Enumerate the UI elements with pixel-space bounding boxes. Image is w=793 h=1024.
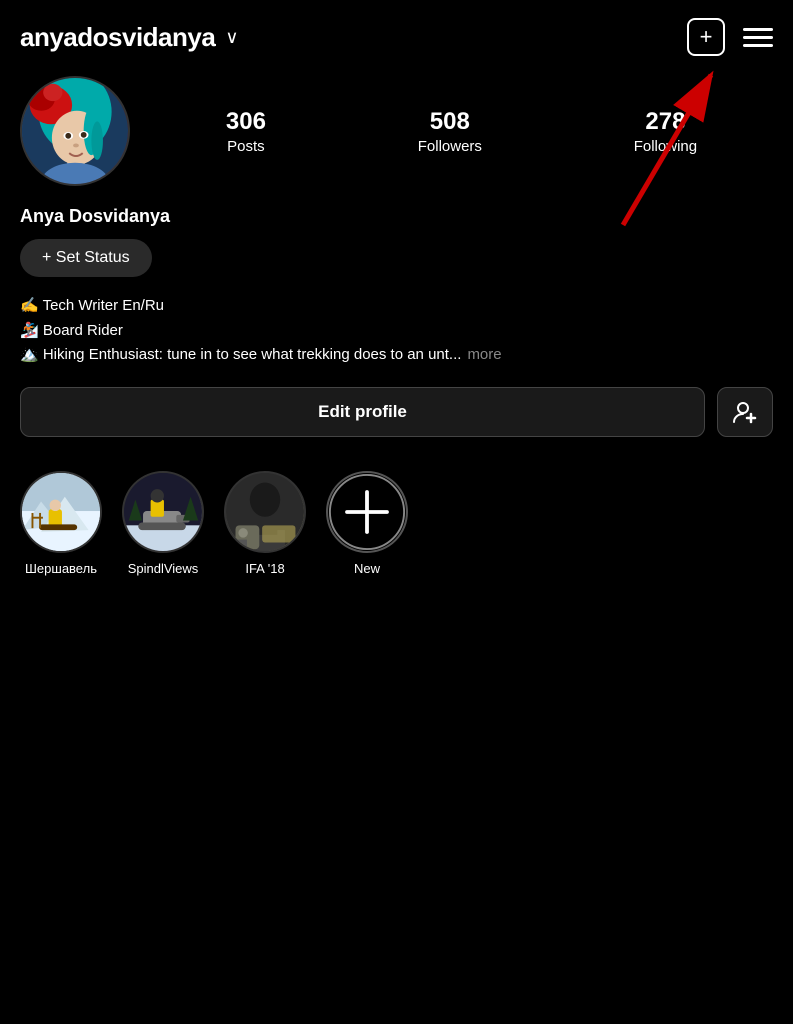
header-left: anyadosvidanya ∨: [20, 22, 239, 53]
new-post-icon[interactable]: +: [687, 18, 725, 56]
highlight-ifa[interactable]: IFA '18: [224, 471, 306, 576]
followers-label: Followers: [418, 138, 482, 155]
profile-top: 306 Posts 508 Followers 278 Following: [20, 76, 773, 186]
stats-row: 306 Posts 508 Followers 278 Following: [150, 108, 773, 155]
followers-stat[interactable]: 508 Followers: [418, 108, 482, 155]
bio-section: ✍️ Tech Writer En/Ru 🏂 Board Rider 🏔️ Hi…: [20, 295, 773, 367]
highlight-new[interactable]: New: [326, 471, 408, 576]
following-stat[interactable]: 278 Following: [634, 108, 697, 155]
bio-more-link[interactable]: more: [467, 344, 501, 367]
highlights-section: Шершавель: [0, 461, 793, 596]
header-icons: +: [687, 18, 773, 56]
highlight-spindl[interactable]: SpindlViews: [122, 471, 204, 576]
edit-profile-button[interactable]: Edit profile: [20, 387, 705, 437]
posts-count: 306: [226, 108, 266, 136]
posts-label: Posts: [227, 138, 265, 155]
followers-count: 508: [430, 108, 470, 136]
highlight-label-spindl: SpindlViews: [128, 561, 199, 576]
bio-line-3: 🏔️ Hiking Enthusiast: tune in to see wha…: [20, 344, 773, 367]
profile-section: 306 Posts 508 Followers 278 Following An…: [0, 66, 793, 437]
bio-line-1: ✍️ Tech Writer En/Ru: [20, 295, 773, 318]
highlight-label-ifa: IFA '18: [245, 561, 284, 576]
display-name: Anya Dosvidanya: [20, 206, 773, 227]
add-person-button[interactable]: [717, 387, 773, 437]
menu-icon[interactable]: [743, 28, 773, 47]
highlight-label-new: New: [354, 561, 380, 576]
highlight-label-shersh: Шершавель: [25, 561, 97, 576]
avatar[interactable]: [20, 76, 130, 186]
following-label: Following: [634, 138, 697, 155]
posts-stat[interactable]: 306 Posts: [226, 108, 266, 155]
bio-line-2: 🏂 Board Rider: [20, 320, 773, 343]
chevron-down-icon[interactable]: ∨: [225, 27, 238, 48]
action-buttons: Edit profile: [20, 387, 773, 437]
header: anyadosvidanya ∨ +: [0, 0, 793, 66]
username[interactable]: anyadosvidanya: [20, 22, 215, 53]
highlight-shersh[interactable]: Шершавель: [20, 471, 102, 576]
following-count: 278: [645, 108, 685, 136]
set-status-button[interactable]: + Set Status: [20, 239, 152, 277]
